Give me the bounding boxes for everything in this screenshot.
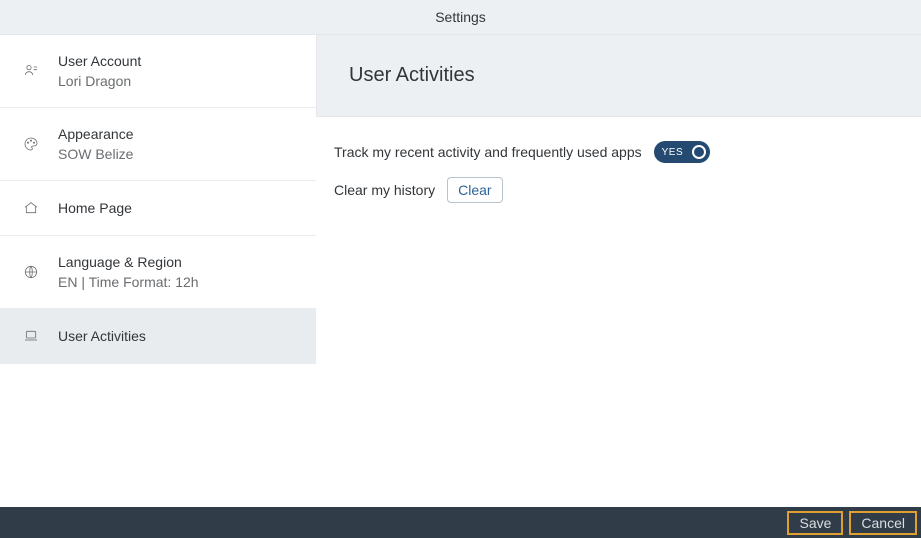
settings-header: Settings [0, 0, 921, 35]
track-activity-label: Track my recent activity and frequently … [334, 144, 642, 160]
sidebar-item-title: Language & Region [58, 254, 199, 270]
clear-history-row: Clear my history Clear [334, 177, 903, 203]
clear-history-label: Clear my history [334, 182, 435, 198]
settings-sidebar: User Account Lori Dragon Appearance SOW … [0, 35, 316, 507]
home-icon [22, 199, 40, 217]
track-activity-row: Track my recent activity and frequently … [334, 141, 903, 163]
save-button[interactable]: Save [787, 511, 843, 535]
sidebar-item-appearance[interactable]: Appearance SOW Belize [0, 108, 316, 181]
main-panel: User Activities Track my recent activity… [316, 35, 921, 507]
main-heading-bar: User Activities [316, 35, 921, 117]
sidebar-item-language-region[interactable]: Language & Region EN | Time Format: 12h [0, 236, 316, 309]
laptop-icon [22, 327, 40, 345]
sidebar-item-subtitle: EN | Time Format: 12h [58, 274, 199, 290]
sidebar-item-title: User Account [58, 53, 141, 69]
settings-title: Settings [435, 9, 486, 25]
main-heading: User Activities [349, 64, 475, 87]
footer-bar: Save Cancel [0, 507, 921, 538]
track-activity-toggle[interactable]: YES [654, 141, 710, 163]
sidebar-item-user-account[interactable]: User Account Lori Dragon [0, 35, 316, 108]
sidebar-item-title: Appearance [58, 126, 134, 142]
clear-button[interactable]: Clear [447, 177, 502, 203]
user-icon [22, 62, 40, 80]
sidebar-item-home-page[interactable]: Home Page [0, 181, 316, 236]
sidebar-item-user-activities[interactable]: User Activities [0, 309, 316, 364]
toggle-label: YES [662, 147, 684, 158]
sidebar-item-title: Home Page [58, 200, 132, 216]
globe-icon [22, 263, 40, 281]
palette-icon [22, 135, 40, 153]
sidebar-item-subtitle: SOW Belize [58, 146, 134, 162]
toggle-knob-icon [692, 145, 706, 159]
sidebar-item-title: User Activities [58, 328, 146, 344]
cancel-button[interactable]: Cancel [849, 511, 917, 535]
sidebar-item-subtitle: Lori Dragon [58, 73, 141, 89]
